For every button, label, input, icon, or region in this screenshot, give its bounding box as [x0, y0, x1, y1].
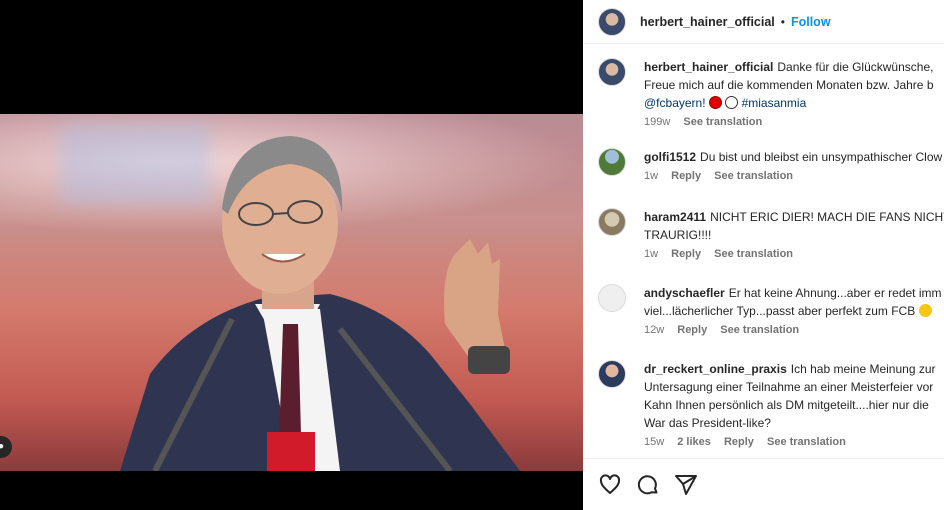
comment-text-line2: TRAURIG!!!!	[644, 228, 712, 242]
comment-time[interactable]: 1w	[644, 248, 658, 260]
caption-text-line2: Freue mich auf die kommenden Monaten bzw…	[644, 78, 934, 92]
share-icon[interactable]	[674, 473, 698, 497]
follow-button[interactable]: Follow	[791, 15, 831, 29]
comment-time[interactable]: 15w	[644, 436, 664, 448]
hashtag-link[interactable]: #miasanmia	[742, 96, 807, 110]
post-actions-bar	[583, 458, 944, 510]
comment-text-line4: War das President-like?	[644, 416, 771, 430]
commenter-avatar[interactable]	[598, 208, 626, 236]
see-translation-button[interactable]: See translation	[714, 248, 793, 260]
comment-text: Du bist und bleibst ein unsympathischer …	[700, 150, 943, 164]
see-translation-button[interactable]: See translation	[767, 436, 846, 448]
author-username[interactable]: herbert_hainer_official	[640, 15, 775, 29]
speaker-figure	[120, 136, 520, 471]
post-media[interactable]: ●	[0, 0, 583, 510]
reply-button[interactable]: Reply	[677, 324, 707, 336]
commenter-username[interactable]: dr_reckert_online_praxis	[644, 362, 787, 376]
comment-icon[interactable]	[636, 473, 660, 497]
heart-icon[interactable]	[598, 473, 622, 497]
see-translation-button[interactable]: See translation	[720, 324, 799, 336]
post-side-panel: herbert_hainer_official • Follow herbert…	[583, 0, 944, 510]
comment-text-line2: viel...lächerlicher Typ...passt aber per…	[644, 304, 916, 318]
author-avatar[interactable]	[598, 7, 626, 36]
comment-text: NICHT ERIC DIER! MACH DIE FANS NICHT	[710, 210, 944, 224]
commenter-avatar[interactable]	[598, 360, 626, 388]
comment-text: Er hat keine Ahnung...aber er redet imm	[728, 286, 942, 300]
see-translation-button[interactable]: See translation	[714, 170, 793, 182]
header-separator: •	[780, 14, 785, 29]
likes-count[interactable]: 2 likes	[677, 436, 711, 448]
white-circle-icon	[725, 96, 739, 109]
reply-button[interactable]: Reply	[671, 248, 701, 260]
caption-username[interactable]: herbert_hainer_official	[644, 60, 773, 74]
reply-button[interactable]: Reply	[671, 170, 701, 182]
commenter-avatar[interactable]	[598, 284, 626, 312]
caption-time[interactable]: 199w	[644, 116, 670, 128]
post-header: herbert_hainer_official • Follow	[583, 0, 944, 44]
comment-text: Ich hab meine Meinung zur	[790, 362, 936, 376]
comment-text-line2: Untersagung einer Teilnahme an einer Mei…	[644, 380, 934, 394]
comments-list[interactable]: herbert_hainer_official Danke für die Glü…	[583, 44, 944, 458]
commenter-username[interactable]: golfi1512	[644, 150, 696, 164]
caption-text: Danke für die Glückwünsche,	[777, 60, 934, 74]
comment-time[interactable]: 1w	[644, 170, 658, 182]
caption-see-translation[interactable]: See translation	[683, 116, 762, 128]
commenter-username[interactable]: andyschaefler	[644, 286, 725, 300]
reply-button[interactable]: Reply	[724, 436, 754, 448]
red-circle-icon	[708, 96, 722, 109]
post-photo	[0, 114, 583, 471]
mention-link[interactable]: @fcbayern!	[644, 96, 706, 110]
commenter-username[interactable]: haram2411	[644, 210, 706, 224]
comment-time[interactable]: 12w	[644, 324, 664, 336]
caption-avatar[interactable]	[598, 58, 626, 86]
commenter-avatar[interactable]	[598, 148, 626, 176]
comment-text-line3: Kahn Ihnen persönlich als DM mitgeteilt.…	[644, 398, 929, 412]
laughing-emoji-icon	[918, 304, 932, 317]
